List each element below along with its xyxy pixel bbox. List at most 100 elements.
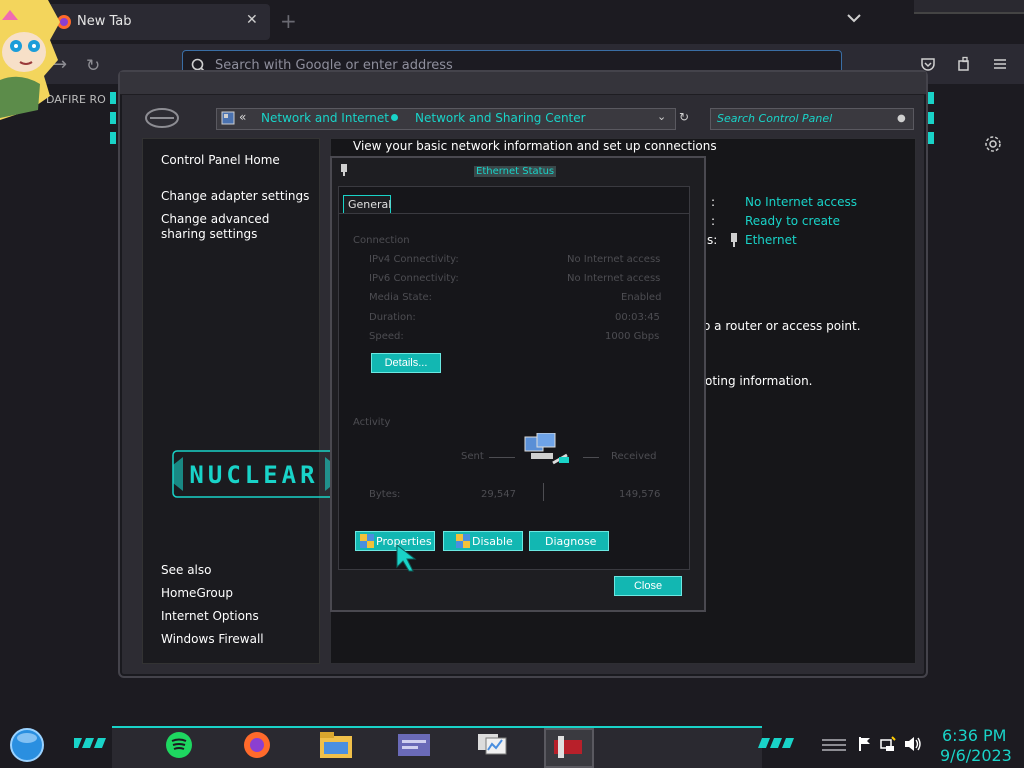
taskbar-dock xyxy=(112,726,762,768)
sidebar-item-firewall[interactable]: Windows Firewall xyxy=(161,632,264,646)
shield-icon xyxy=(456,534,470,548)
network-tray-icon[interactable] xyxy=(880,736,896,752)
shield-icon xyxy=(360,534,374,548)
start-orb-icon[interactable] xyxy=(8,726,46,764)
dialog-body: General Connection IPv4 Connectivity: No… xyxy=(338,186,690,572)
diagnose-button[interactable]: Diagnose xyxy=(529,531,609,551)
tab-general-label: General xyxy=(348,198,392,211)
spotify-icon[interactable] xyxy=(164,730,194,760)
gear-icon[interactable] xyxy=(984,135,1002,153)
breadcrumb-sharing-center[interactable]: Network and Sharing Center xyxy=(415,111,586,125)
network-computers-icon xyxy=(524,433,569,465)
access-label: : xyxy=(711,195,716,209)
ethernet-icon xyxy=(341,164,347,176)
control-panel-icon[interactable] xyxy=(398,734,430,756)
sidebar-item-homegroup[interactable]: HomeGroup xyxy=(161,586,233,600)
connection-section-label: Connection xyxy=(353,235,410,246)
firefox-icon[interactable] xyxy=(242,730,272,760)
breadcrumb[interactable]: « Network and Internet Network and Shari… xyxy=(216,108,689,130)
mouse-cursor-icon xyxy=(396,543,417,572)
avatar xyxy=(0,0,60,120)
frame-accent-right xyxy=(928,92,934,144)
chevron-down-icon[interactable]: ⌄ xyxy=(657,110,666,123)
reload-icon[interactable]: ↻ xyxy=(86,56,100,76)
window-title-band xyxy=(120,72,926,95)
details-button[interactable]: Details... xyxy=(371,353,441,373)
received-label: Received xyxy=(611,451,657,462)
search-icon[interactable]: ● xyxy=(897,113,906,124)
homegroup-link[interactable]: Ready to create xyxy=(745,214,840,228)
nuclear-logo: NUCLEAR xyxy=(172,450,336,498)
show-desktop-icon[interactable] xyxy=(822,738,846,752)
sidebar: Control Panel Home Change adapter settin… xyxy=(142,138,336,664)
browser-tab-bar: New Tab ✕ + xyxy=(0,0,1024,44)
router-text: o a router or access point. xyxy=(703,319,861,333)
tab-general[interactable]: General xyxy=(343,195,391,214)
troubleshoot-text: oting information. xyxy=(705,374,813,388)
see-also-title: See also xyxy=(161,563,212,577)
search-placeholder: Search Control Panel xyxy=(717,112,833,125)
dock-accent-left xyxy=(74,738,106,748)
flag-icon[interactable] xyxy=(858,736,872,752)
ipv6-label: IPv6 Connectivity: xyxy=(369,273,459,284)
breadcrumb-network-internet[interactable]: Network and Internet xyxy=(261,111,389,125)
clock-time[interactable]: 6:36 PM xyxy=(942,726,1006,745)
tab-title: New Tab xyxy=(77,14,132,29)
bytes-divider xyxy=(543,483,544,501)
chevron-down-icon[interactable] xyxy=(844,8,864,28)
ethernet-status-dialog: Ethernet Status General Connection IPv4 … xyxy=(330,156,706,612)
dock-accent-right xyxy=(758,738,794,748)
window-logo-icon xyxy=(145,108,179,128)
connections-label: s: xyxy=(707,233,718,247)
ipv4-value: No Internet access xyxy=(567,254,661,265)
clock-date[interactable]: 9/6/2023 xyxy=(940,746,1012,765)
disable-button[interactable]: Disable xyxy=(443,531,523,551)
refresh-icon[interactable]: ↻ xyxy=(679,110,689,124)
network-computers-icon[interactable] xyxy=(476,732,508,758)
file-explorer-icon[interactable] xyxy=(320,732,352,758)
dialog-title: Ethernet Status xyxy=(474,166,557,177)
sidebar-item-internet-options[interactable]: Internet Options xyxy=(161,609,259,623)
disable-button-label: Disable xyxy=(472,535,513,548)
active-window-thumbnail[interactable] xyxy=(544,728,594,768)
duration-label: Duration: xyxy=(369,312,416,323)
duration-value: 00:03:45 xyxy=(615,312,660,323)
bytes-received-value: 149,576 xyxy=(619,489,661,500)
breadcrumb-overflow-icon[interactable]: « xyxy=(239,110,246,124)
ethernet-link[interactable]: Ethernet xyxy=(745,233,797,247)
search-input[interactable]: Search Control Panel ● xyxy=(710,108,914,130)
volume-icon[interactable] xyxy=(904,736,922,752)
sidebar-item-sharing[interactable]: Change advanced sharing settings xyxy=(161,212,311,242)
ipv6-value: No Internet access xyxy=(567,273,661,284)
frame-accent-left xyxy=(110,92,116,144)
tab-close-icon[interactable]: ✕ xyxy=(246,12,258,28)
speed-value: 1000 Gbps xyxy=(605,331,660,342)
speed-label: Speed: xyxy=(369,331,404,342)
diagnose-button-label: Diagnose xyxy=(545,535,597,548)
nuclear-logo-text: NUCLEAR xyxy=(189,461,318,489)
media-state-label: Media State: xyxy=(369,292,433,303)
homegroup-label: : xyxy=(711,214,716,228)
sent-line xyxy=(489,457,515,458)
window-frame-corner xyxy=(914,0,1024,14)
tab-divider xyxy=(339,213,689,214)
ipv4-label: IPv4 Connectivity: xyxy=(369,254,459,265)
received-line xyxy=(583,457,599,458)
access-value: No Internet access xyxy=(745,195,858,209)
menu-icon[interactable] xyxy=(992,56,1008,72)
nuclear-app-icon xyxy=(554,736,582,758)
control-panel-icon xyxy=(221,111,235,125)
media-state-value: Enabled xyxy=(621,292,662,303)
activity-section-label: Activity xyxy=(353,417,391,428)
bytes-label: Bytes: xyxy=(369,489,401,500)
sent-label: Sent xyxy=(461,451,484,462)
ethernet-icon xyxy=(731,233,737,247)
sidebar-item-home[interactable]: Control Panel Home xyxy=(161,153,280,167)
bytes-sent-value: 29,547 xyxy=(481,489,516,500)
sidebar-item-adapter[interactable]: Change adapter settings xyxy=(161,189,309,203)
browser-tab[interactable]: New Tab ✕ xyxy=(44,4,270,40)
breadcrumb-separator-icon[interactable] xyxy=(391,114,398,121)
close-button[interactable]: Close xyxy=(614,576,682,596)
extensions-icon[interactable] xyxy=(956,56,972,72)
new-tab-icon[interactable]: + xyxy=(280,9,297,33)
